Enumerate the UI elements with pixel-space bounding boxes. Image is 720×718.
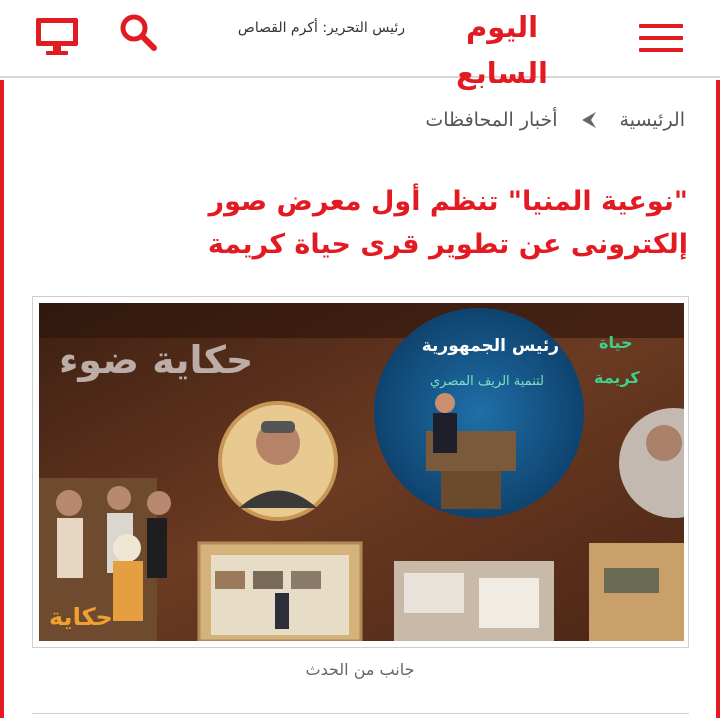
- event-collage-illustration: حكاية ضوء رئيس الجمهورية لتنمية الريف ال…: [39, 303, 684, 641]
- breadcrumb-section[interactable]: أخبار المحافظات: [425, 109, 557, 131]
- screen-text-1: رئيس الجمهورية: [422, 336, 559, 356]
- article-headline: "نوعية المنيا" تنظم أول معرض صور إلكترون…: [207, 186, 688, 260]
- hamburger-menu-icon[interactable]: [639, 22, 683, 54]
- breadcrumb-home[interactable]: الرئيسية: [620, 109, 685, 131]
- screen-text-2: لتنمية الريف المصري: [430, 374, 544, 389]
- left-rail: [0, 80, 4, 718]
- editor-in-chief-line: رئيس التحرير: أكرم القصاص: [200, 20, 405, 44]
- tv-icon[interactable]: [34, 16, 80, 56]
- side-text-1: حياة: [599, 333, 633, 352]
- site-header: رئيس التحرير: أكرم القصاص اليوم السابع: [0, 0, 720, 90]
- editor-label: رئيس التحرير:: [322, 20, 405, 36]
- side-text-2: كريمة: [594, 368, 640, 387]
- logo-text: اليوم السابع: [456, 10, 549, 90]
- chevron-left-icon: [581, 112, 596, 128]
- editor-name: أكرم القصاص: [237, 20, 318, 36]
- article-image-frame: حكاية ضوء رئيس الجمهورية لتنمية الريف ال…: [32, 296, 689, 648]
- collage-title: حكاية ضوء: [59, 338, 253, 382]
- image-caption: جانب من الحدث: [305, 660, 415, 679]
- search-icon[interactable]: [118, 12, 158, 52]
- poster-text: حكاية: [49, 603, 113, 631]
- breadcrumb: الرئيسية أخبار المحافظات: [360, 100, 685, 140]
- site-logo[interactable]: اليوم السابع: [418, 4, 586, 90]
- section-divider: [32, 713, 689, 714]
- article-image[interactable]: حكاية ضوء رئيس الجمهورية لتنمية الريف ال…: [39, 303, 684, 641]
- right-rail: [716, 80, 720, 718]
